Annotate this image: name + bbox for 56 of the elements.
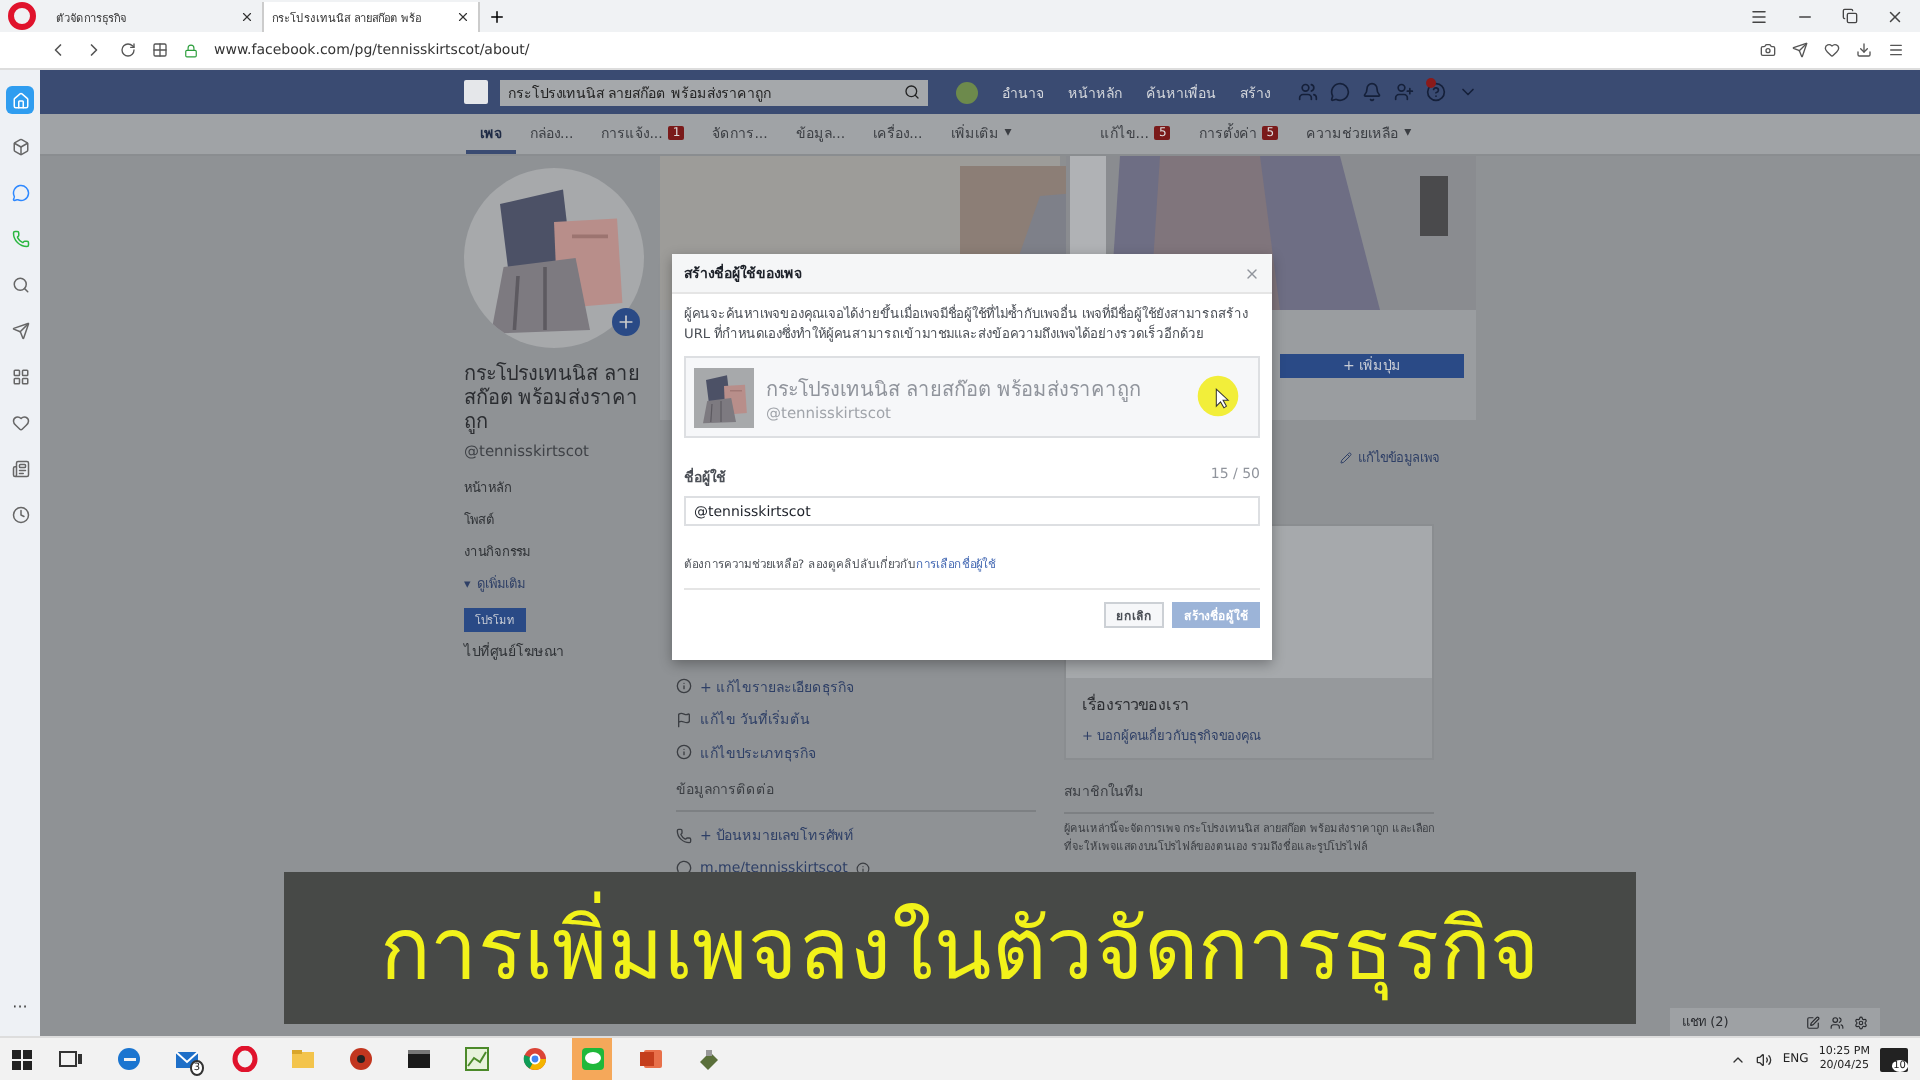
cube-icon: [11, 137, 29, 155]
lock-icon: [184, 43, 198, 57]
heart-icon: [11, 413, 29, 431]
compose-icon[interactable]: [1806, 1015, 1820, 1029]
mail-icon[interactable]: [173, 1046, 199, 1072]
windows-start-icon[interactable]: [12, 1049, 32, 1069]
new-tab-icon[interactable]: [488, 7, 506, 25]
settings-icon[interactable]: [1854, 1015, 1868, 1029]
send-icon[interactable]: [1792, 42, 1808, 58]
restore-icon[interactable]: [1842, 8, 1858, 24]
grid-icon[interactable]: [152, 42, 168, 58]
reload-icon[interactable]: [120, 42, 136, 58]
edge-browser-icon[interactable]: [115, 1046, 141, 1072]
phone-bubble-icon: [11, 229, 29, 247]
close-icon[interactable]: [240, 10, 254, 24]
search-icon[interactable]: [904, 84, 920, 100]
menu-icon[interactable]: [1750, 7, 1768, 25]
clock-icon: [11, 505, 29, 523]
presentation-icon[interactable]: [637, 1046, 663, 1072]
phone-icon: [676, 827, 692, 844]
card-title: เรื่องราวของเรา: [1082, 692, 1190, 718]
newspaper-icon: [11, 459, 29, 477]
heart-icon[interactable]: [1824, 42, 1840, 58]
download-icon[interactable]: [1856, 42, 1872, 58]
speaker-icon[interactable]: [1756, 1051, 1773, 1067]
notification-dot: [1426, 78, 1436, 88]
menu-icon[interactable]: [1888, 42, 1904, 58]
search-icon: [11, 275, 29, 293]
home-icon: [11, 91, 29, 109]
chart-icon[interactable]: [463, 1046, 489, 1072]
people-icon[interactable]: [1830, 1015, 1844, 1029]
sidebar-item[interactable]: [6, 86, 34, 114]
chat-bubble-icon: [11, 183, 29, 201]
chrome-icon[interactable]: [521, 1046, 547, 1072]
opera-icon[interactable]: [231, 1046, 257, 1072]
send-icon: [11, 321, 29, 339]
close-icon[interactable]: [456, 10, 470, 24]
more-label[interactable]: ···: [12, 998, 28, 1016]
preview-page-name: กระโปรงเทนนิส ลายสก๊อต พร้อมส่งราคาถูก: [766, 376, 1141, 403]
plus-icon: [616, 312, 636, 332]
flag-icon: [676, 711, 692, 728]
media-player-icon[interactable]: [347, 1046, 373, 1072]
task-view-icon[interactable]: [57, 1046, 83, 1072]
add-photo-button[interactable]: [612, 308, 640, 336]
tool-icon[interactable]: [695, 1046, 721, 1072]
terminal-icon[interactable]: [405, 1046, 431, 1072]
cursor-highlight-icon: [1196, 374, 1240, 418]
page-name: กระโปรงเทนนิส ลายสก๊อต พร้อมส่งราคาถูก: [464, 364, 643, 436]
close-icon[interactable]: [1886, 7, 1904, 25]
chat-app-icon[interactable]: [579, 1046, 605, 1072]
grid-icon: [11, 367, 29, 385]
info-icon: [676, 678, 692, 695]
subtitle-text: การเพิ่มเพจลงในตัวจัดการธุรกิจ: [380, 882, 1540, 1014]
info-icon: [676, 744, 692, 761]
camera-icon[interactable]: [1760, 42, 1776, 58]
pencil-icon: [1340, 452, 1352, 464]
